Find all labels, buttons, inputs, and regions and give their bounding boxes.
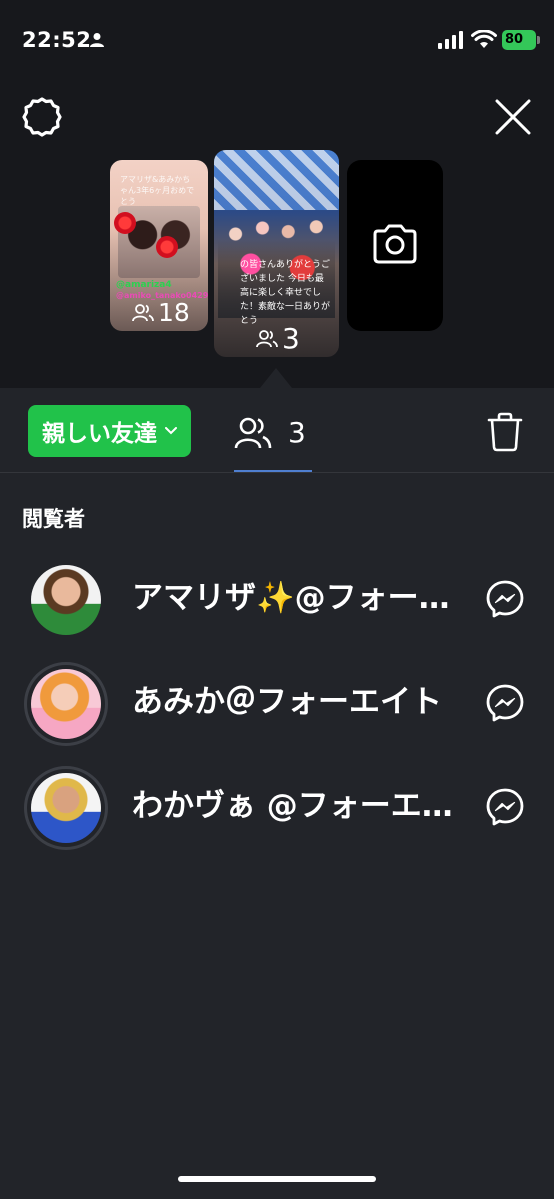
story-preview-area: 22:52 80 アマリザ&あみかちゃん3年6ヶ月おめでとう @amariza4… [0,0,554,388]
toolbar-divider [0,472,554,473]
message-viewer-button[interactable] [485,579,525,623]
viewers-icon [132,303,154,321]
viewer-row[interactable]: アマリザ✨@フォーエイト [0,552,554,648]
message-viewer-button[interactable] [485,683,525,727]
story-thumbnail-previous[interactable]: アマリザ&あみかちゃん3年6ヶ月おめでとう @amariza4 @amiko_t… [110,160,208,331]
viewer-name: わかヴぁ @フォーエイト [132,788,462,824]
viewers-tab-count: 3 [288,416,306,449]
viewer-name: あみか＠フォーエイト [132,684,442,720]
avatar[interactable] [24,558,108,642]
cellular-signal-icon [438,31,463,49]
wifi-icon [471,30,497,48]
close-icon [495,99,531,135]
story-viewer-count-value: 18 [158,298,190,327]
story-mention: @amariza4 [116,280,172,290]
messenger-icon [486,580,524,618]
avatar-image [31,565,101,635]
story-viewer-count: 18 [132,298,190,327]
home-indicator[interactable] [178,1176,376,1182]
story-viewer-count-value: 3 [282,322,300,355]
battery-indicator: 80 [502,30,536,50]
viewer-name: アマリザ✨@フォーエイト [132,580,462,616]
tab-viewers[interactable]: 3 [234,410,312,470]
audience-label: 親しい友達 [42,421,157,447]
viewers-icon [256,329,278,347]
viewers-icon [234,417,272,449]
avatar[interactable] [24,662,108,746]
person-icon [90,33,104,47]
avatar-image [31,669,101,739]
trash-icon [487,412,523,452]
battery-tip [537,36,540,44]
avatar[interactable] [24,766,108,850]
story-thumbnail-current[interactable]: の皆さんありがとうございました 今日も最高に楽しく幸せでした！素敵な一日ありがと… [214,150,339,357]
viewer-row[interactable]: あみか＠フォーエイト [0,656,554,752]
chevron-down-icon [165,427,177,435]
story-caption: の皆さんありがとうございました 今日も最高に楽しく幸せでした！素敵な一日ありがと… [240,260,331,326]
flower-sticker-icon [114,212,136,234]
close-friends-audience-button[interactable]: 親しい友達 [28,405,191,457]
battery-level: 80 [505,32,524,47]
message-viewer-button[interactable] [485,787,525,831]
status-time: 22:52 [22,28,92,52]
delete-story-button[interactable] [486,412,524,456]
flower-sticker-icon [156,236,178,258]
settings-gear-icon [22,97,62,137]
viewers-section-title: 閲覧者 [22,507,85,531]
story-caption: アマリザ&あみかちゃん3年6ヶ月おめでとう [120,175,195,206]
camera-icon [373,224,417,264]
viewer-row[interactable]: わかヴぁ @フォーエイト [0,760,554,856]
messenger-icon [486,788,524,826]
close-button[interactable] [492,96,534,138]
add-story-button[interactable] [347,160,443,331]
avatar-image [31,773,101,843]
messenger-icon [486,684,524,722]
story-toolbar: 親しい友達 3 [0,388,554,472]
status-bar: 22:52 80 [0,0,554,80]
story-viewer-count: 3 [256,322,300,355]
selected-story-pointer [260,368,292,388]
settings-button[interactable] [20,95,64,139]
